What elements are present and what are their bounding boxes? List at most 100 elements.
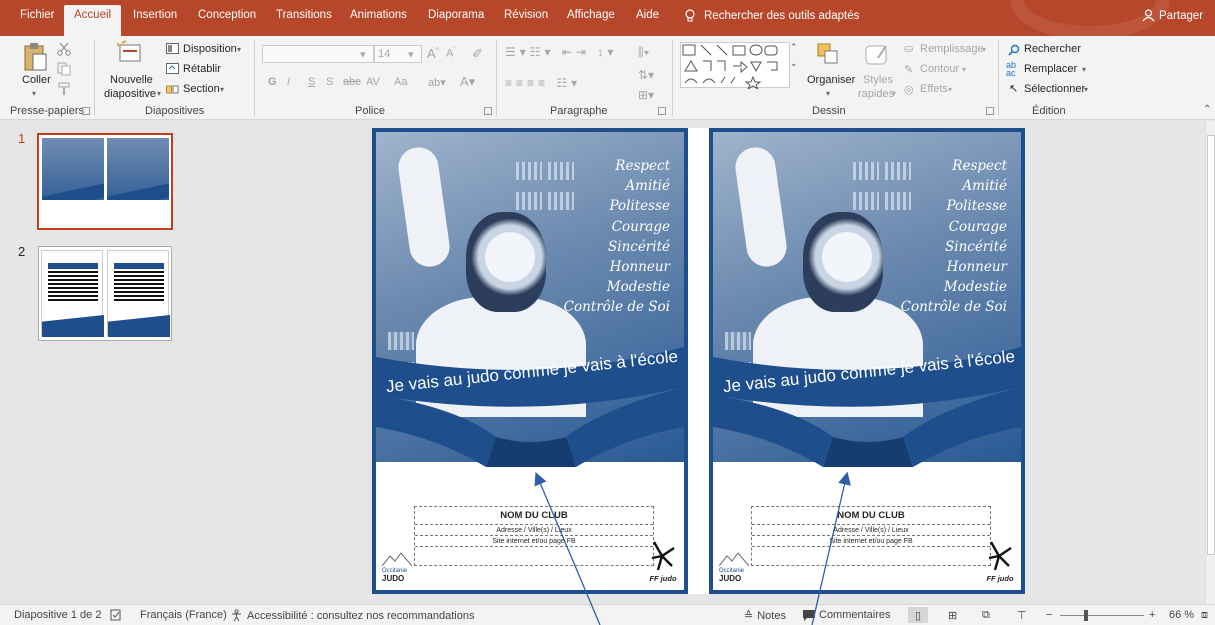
value-item: Modestie [943,279,1007,296]
bold-button[interactable]: G [268,76,277,88]
collapse-ribbon-icon[interactable]: ⌃ [1203,104,1211,115]
tab-accueil[interactable]: Accueil [64,5,122,36]
scrollbar-thumb[interactable] [1207,135,1215,555]
reset-label: Rétablir [183,63,221,75]
tab-animations[interactable]: Animations [350,9,407,21]
fit-to-window-icon[interactable]: ⧈ [1201,609,1208,622]
shrink-font-icon[interactable]: Aˇ [446,47,456,60]
shape-outline-label: Contour [920,63,960,75]
vertical-scrollbar[interactable] [1205,121,1215,604]
zoom-slider-thumb[interactable] [1084,610,1088,621]
strikethrough-button[interactable]: abc [343,76,361,88]
slide-editing-canvas[interactable]: Respect Amitié Politesse Courage Sincéri… [192,121,1205,604]
find-label: Rechercher [1024,43,1081,55]
pencil-icon: ✎ [904,64,914,76]
reading-view-icon[interactable]: ⧉ [982,609,990,622]
scissors-icon[interactable] [57,42,71,56]
ribbon-tab-bar: Fichier Accueil Insertion Conception Tra… [0,0,1215,40]
replace-icon: ab ac [1006,60,1017,78]
text-direction-icon[interactable]: ⇅▾ [638,68,654,82]
chevron-down-icon[interactable]: ⌄ [790,58,798,69]
new-slide-icon [117,40,141,62]
dialog-launcher-icon[interactable] [658,107,666,115]
dialog-launcher-icon[interactable] [986,107,994,115]
chevron-down-icon: ▾ [157,89,162,98]
slideshow-icon[interactable]: ⊤ [1017,609,1027,622]
chevron-down-icon: ▾ [962,65,967,74]
judo-poster-right[interactable]: Respect Amitié Politesse Courage Sincéri… [709,128,1025,594]
club-info-box[interactable]: NOM DU CLUB Adresse / Ville(s) / Lieux S… [414,506,654,566]
replace-label: Remplacer [1024,63,1078,75]
search-icon [1008,44,1020,56]
tell-me-search[interactable]: Rechercher des outils adaptés [684,9,859,23]
club-name: NOM DU CLUB [415,507,653,525]
judo-poster-left[interactable]: Respect Amitié Politesse Courage Sincéri… [372,128,688,594]
logo-judo: JUDO [382,574,405,583]
club-website: Site internet et/ou page FB [415,536,653,547]
value-item: Honneur [946,259,1007,276]
club-address: Adresse / Ville(s) / Lieux [752,525,990,536]
change-case-button[interactable]: Aa [394,76,407,88]
character-spacing-button[interactable]: AV [366,76,380,88]
value-item: Sincérité [945,238,1007,255]
slide-thumbnail-pane: 1 2 [0,121,192,604]
zoom-out-icon[interactable]: − [1046,609,1052,621]
section-icon [166,85,179,94]
language-indicator[interactable]: Français (France) [140,609,227,621]
tab-insertion[interactable]: Insertion [133,9,177,21]
slide-sorter-icon[interactable]: ⊞ [948,609,957,622]
tab-affichage[interactable]: Affichage [567,9,615,21]
clear-formatting-icon[interactable]: ✐ [472,46,483,62]
notes-icon: ≙ [744,610,754,622]
chevron-up-icon[interactable]: ⌃ [790,42,798,53]
current-slide[interactable]: Respect Amitié Politesse Courage Sincéri… [372,128,1025,594]
club-info-box[interactable]: NOM DU CLUB Adresse / Ville(s) / Lieux S… [751,506,991,566]
comments-button[interactable]: Commentaires [803,609,891,621]
tab-conception[interactable]: Conception [198,9,256,21]
tab-revision[interactable]: Révision [504,9,548,21]
dialog-launcher-icon[interactable] [484,107,492,115]
form-thumbnail [41,250,104,337]
tab-transitions[interactable]: Transitions [276,9,332,21]
copy-icon[interactable] [57,62,71,76]
normal-view-icon[interactable]: ▯ [908,607,928,623]
text-shadow-button[interactable]: S [326,76,333,88]
slide-thumbnail-1[interactable] [37,133,173,230]
font-family-select[interactable] [262,45,374,63]
occitanie-judo-logo: Occitanie JUDO [718,552,755,583]
notes-button[interactable]: ≙ Notes [744,609,786,623]
list-buttons-icon[interactable]: ☰▾☷▾ ⇤⇥ ↕▾ [505,45,617,59]
accessibility-checker[interactable]: Accessibilité : consultez nos recommanda… [230,609,474,622]
grow-font-icon[interactable]: A^ [427,46,439,61]
format-painter-icon[interactable] [57,82,71,96]
columns-icon[interactable]: ⫼▾ [638,45,649,60]
club-address: Adresse / Ville(s) / Lieux [415,525,653,536]
zoom-level[interactable]: 66 % [1169,609,1194,621]
font-color-icon[interactable]: A▾ [460,74,475,90]
align-buttons-icon[interactable]: ≡≡≡≡ ☷▾ [505,76,581,90]
underline-button[interactable]: S [308,76,315,88]
quick-styles-icon [865,45,887,65]
dialog-launcher-icon[interactable] [82,107,90,115]
zoom-slider[interactable] [1060,615,1144,616]
zoom-in-icon[interactable]: + [1149,609,1155,621]
ffjudo-label: FF judo [986,574,1014,583]
value-item: Courage [948,218,1007,235]
tab-fichier[interactable]: Fichier [20,9,55,21]
share-button[interactable]: Partager [1142,9,1203,22]
arrange-label: Organiser [807,74,856,86]
clipboard-group-label: Presse-papiers [10,105,84,117]
value-item: Contrôle de Soi [563,299,670,316]
value-item: Amitié [625,178,670,195]
smartart-icon[interactable]: ⊞▾ [638,88,654,102]
shapes-gallery[interactable] [680,42,790,91]
tab-aide[interactable]: Aide [636,9,659,21]
tab-diaporama[interactable]: Diaporama [428,9,484,21]
highlight-color-icon[interactable]: ab▾ [428,76,446,89]
italic-button[interactable]: I [287,76,290,88]
comments-label: Commentaires [819,609,891,621]
ffjudo-logo: FF judo [646,540,680,583]
drawing-group-label: Dessin [812,105,846,117]
spelling-icon[interactable] [110,609,122,621]
slide-thumbnail-2[interactable] [38,246,172,341]
